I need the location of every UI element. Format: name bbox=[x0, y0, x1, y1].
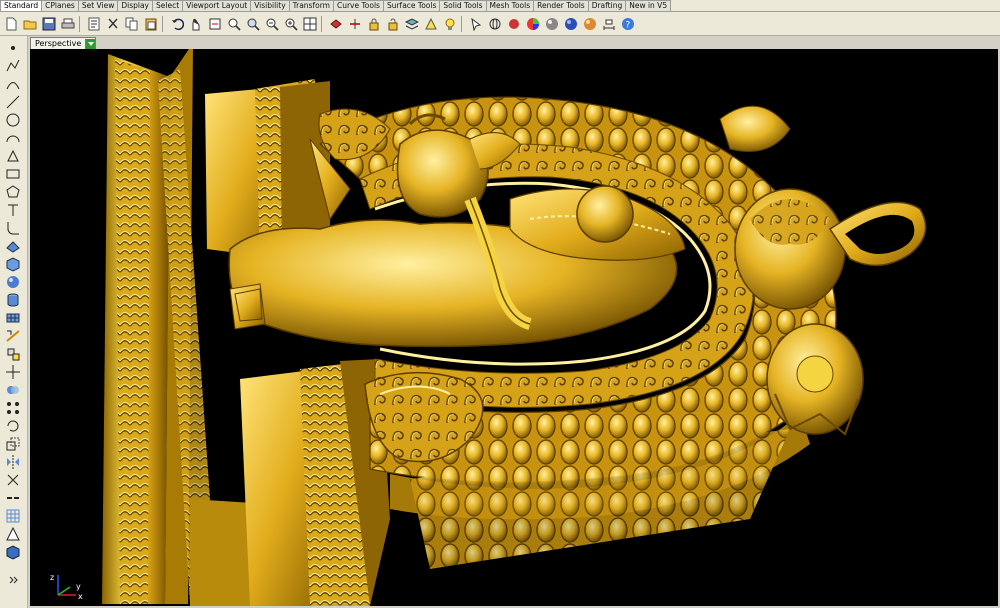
tab-surface-tools[interactable]: Surface Tools bbox=[382, 0, 441, 11]
fillet-icon[interactable] bbox=[5, 220, 21, 236]
undo-icon[interactable] bbox=[169, 16, 185, 32]
rotate-view-icon[interactable] bbox=[207, 16, 223, 32]
save-icon[interactable] bbox=[41, 16, 57, 32]
tab-standard[interactable]: Standard bbox=[0, 0, 43, 11]
gold-pendant-model bbox=[102, 49, 927, 606]
material-sphere-icon[interactable] bbox=[563, 16, 579, 32]
toolbar-separator bbox=[461, 15, 462, 32]
four-viewports-icon[interactable] bbox=[302, 16, 318, 32]
select-icon[interactable] bbox=[468, 16, 484, 32]
arc-icon[interactable] bbox=[5, 130, 21, 146]
shaded-icon[interactable] bbox=[506, 16, 522, 32]
polyline-icon[interactable] bbox=[5, 58, 21, 74]
unlock-icon[interactable] bbox=[385, 16, 401, 32]
circle-icon[interactable] bbox=[5, 112, 21, 128]
wireframe-icon[interactable] bbox=[487, 16, 503, 32]
show-icon[interactable] bbox=[347, 16, 363, 32]
tab-solid-tools[interactable]: Solid Tools bbox=[439, 0, 487, 11]
mirror-icon[interactable] bbox=[5, 454, 21, 470]
lock-icon[interactable] bbox=[366, 16, 382, 32]
triangle-icon[interactable] bbox=[5, 148, 21, 164]
toolbar-separator bbox=[321, 15, 322, 32]
lotus-medallion bbox=[766, 323, 864, 436]
tab-drafting[interactable]: Drafting bbox=[587, 0, 627, 11]
tab-render-tools[interactable]: Render Tools bbox=[533, 0, 589, 11]
dimension-icon[interactable] bbox=[5, 328, 21, 344]
tab-mesh-tools[interactable]: Mesh Tools bbox=[485, 0, 535, 11]
axis-z-label: z bbox=[50, 573, 54, 582]
light-icon[interactable] bbox=[442, 16, 458, 32]
tab-curve-tools[interactable]: Curve Tools bbox=[332, 0, 384, 11]
zoom-selected-icon[interactable] bbox=[283, 16, 299, 32]
paste-icon[interactable] bbox=[143, 16, 159, 32]
box-icon[interactable] bbox=[5, 256, 21, 272]
axis-x-label: x bbox=[78, 592, 83, 600]
tab-display[interactable]: Display bbox=[117, 0, 153, 11]
world-axes-indicator: y z x bbox=[50, 573, 83, 600]
top-right-ornament bbox=[719, 105, 927, 310]
pan-icon[interactable] bbox=[188, 16, 204, 32]
standard-toolbar: ? bbox=[0, 12, 1000, 36]
viewport-label[interactable]: Perspective bbox=[31, 39, 85, 49]
surface-icon[interactable] bbox=[5, 238, 21, 254]
more-tools-chevron-icon[interactable] bbox=[5, 572, 21, 588]
print-icon[interactable] bbox=[60, 16, 76, 32]
scale-icon[interactable] bbox=[5, 436, 21, 452]
render-icon[interactable] bbox=[582, 16, 598, 32]
toolbar-separator bbox=[79, 15, 80, 32]
move-icon[interactable] bbox=[5, 364, 21, 380]
cylinder-icon[interactable] bbox=[5, 292, 21, 308]
open-folder-icon[interactable] bbox=[22, 16, 38, 32]
axis-y-label: y bbox=[76, 582, 81, 591]
boolean-icon[interactable] bbox=[5, 382, 21, 398]
render-preview-icon[interactable] bbox=[5, 544, 21, 560]
text-object-icon[interactable] bbox=[5, 202, 21, 218]
sphere-icon[interactable] bbox=[5, 274, 21, 290]
new-file-icon[interactable] bbox=[3, 16, 19, 32]
perspective-viewport[interactable] bbox=[30, 49, 998, 606]
render-sphere-icon[interactable] bbox=[544, 16, 560, 32]
tab-cplanes[interactable]: CPlanes bbox=[41, 0, 79, 11]
transform-icon[interactable] bbox=[5, 346, 21, 362]
tab-transform[interactable]: Transform bbox=[288, 0, 334, 11]
copy-icon[interactable] bbox=[124, 16, 140, 32]
tab-viewport-layout[interactable]: Viewport Layout bbox=[182, 0, 252, 11]
point-icon[interactable] bbox=[5, 40, 21, 56]
tab-set-view[interactable]: Set View bbox=[77, 0, 119, 11]
rotate-icon[interactable] bbox=[5, 418, 21, 434]
dim-icon[interactable] bbox=[601, 16, 617, 32]
viewport-menu-chevron-icon[interactable] bbox=[85, 38, 96, 49]
toolbar-tab-strip: Standard CPlanes Set View Display Select View… bbox=[0, 0, 1000, 12]
line-icon[interactable] bbox=[5, 94, 21, 110]
array-icon[interactable] bbox=[5, 400, 21, 416]
polygon-icon[interactable] bbox=[5, 184, 21, 200]
rectangle-icon[interactable] bbox=[5, 166, 21, 182]
svg-text:?: ? bbox=[626, 20, 631, 30]
join-icon[interactable] bbox=[5, 490, 21, 506]
zoom-icon[interactable] bbox=[226, 16, 242, 32]
tab-select[interactable]: Select bbox=[152, 0, 184, 11]
analyze-icon[interactable] bbox=[5, 526, 21, 542]
curve-icon[interactable] bbox=[5, 76, 21, 92]
trim-icon[interactable] bbox=[5, 472, 21, 488]
properties-icon[interactable] bbox=[86, 16, 102, 32]
help-icon[interactable]: ? bbox=[620, 16, 636, 32]
hide-icon[interactable] bbox=[328, 16, 344, 32]
zoom-window-icon[interactable] bbox=[245, 16, 261, 32]
tab-visibility[interactable]: Visibility bbox=[250, 0, 290, 11]
zoom-extents-icon[interactable] bbox=[264, 16, 280, 32]
mesh-icon[interactable] bbox=[5, 310, 21, 326]
osnap-icon[interactable] bbox=[423, 16, 439, 32]
toolbar-separator bbox=[162, 15, 163, 32]
layers-icon[interactable] bbox=[404, 16, 420, 32]
color-wheel-icon[interactable] bbox=[525, 16, 541, 32]
grid-snap-icon[interactable] bbox=[5, 508, 21, 524]
cut-icon[interactable] bbox=[105, 16, 121, 32]
tab-new-in-v5[interactable]: New in V5 bbox=[625, 0, 672, 11]
